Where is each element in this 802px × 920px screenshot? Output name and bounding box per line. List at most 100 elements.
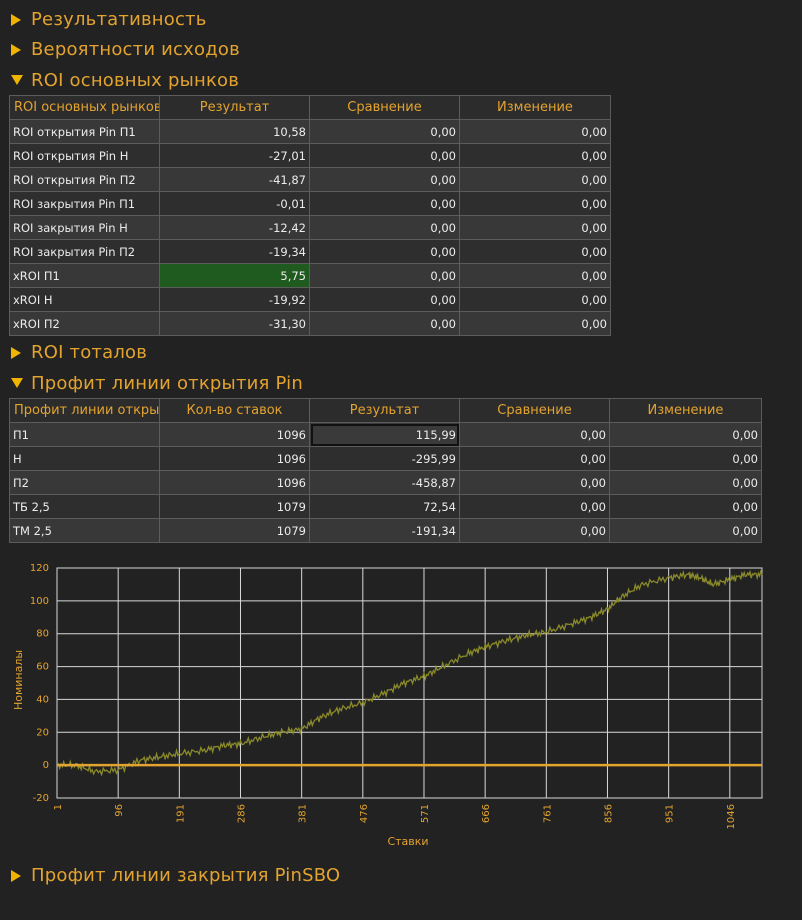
table-row[interactable]: П2 1096 -458,87 0,00 0,00: [9, 470, 762, 495]
change-cell[interactable]: 0,00: [609, 494, 762, 519]
result-cell-highlighted[interactable]: 5,75: [159, 263, 310, 288]
y-tick-label: 80: [36, 629, 49, 640]
result-cell[interactable]: -458,87: [309, 470, 460, 495]
column-header[interactable]: Результат: [309, 398, 460, 423]
y-tick-label: 40: [36, 694, 49, 705]
row-name: xROI П1: [9, 263, 160, 288]
count-cell[interactable]: 1079: [159, 494, 310, 519]
table-row[interactable]: ROI закрытия Pin П2 -19,34 0,00 0,00: [9, 239, 611, 264]
roi-table: ROI основных рынков Результат Сравнение …: [9, 95, 611, 336]
y-axis-ticks: -20 0 20 40 60 80 100 120: [30, 563, 49, 804]
result-cell[interactable]: 10,58: [159, 119, 310, 144]
table-row[interactable]: ТМ 2,5 1079 -191,34 0,00 0,00: [9, 518, 762, 543]
table-row[interactable]: ROI закрытия Pin П1 -0,01 0,00 0,00: [9, 191, 611, 216]
compare-cell[interactable]: 0,00: [459, 446, 610, 471]
column-header[interactable]: Кол-во ставок: [159, 398, 310, 423]
table-row[interactable]: П1 1096 115,99 0,00 0,00: [9, 422, 762, 447]
column-header[interactable]: Результат: [159, 95, 310, 120]
section-header-results[interactable]: Результативность: [10, 9, 207, 30]
collapse-triangle-icon: [10, 377, 24, 391]
table-row[interactable]: ROI закрытия Pin Н -12,42 0,00 0,00: [9, 215, 611, 240]
change-cell[interactable]: 0,00: [609, 518, 762, 543]
table-row[interactable]: xROI П1 5,75 0,00 0,00: [9, 263, 611, 288]
compare-cell[interactable]: 0,00: [309, 239, 460, 264]
change-cell[interactable]: 0,00: [609, 422, 762, 447]
result-cell[interactable]: -41,87: [159, 167, 310, 192]
table-row[interactable]: ROI открытия Pin П1 10,58 0,00 0,00: [9, 119, 611, 144]
column-header[interactable]: Изменение: [609, 398, 762, 423]
compare-cell[interactable]: 0,00: [459, 494, 610, 519]
compare-cell[interactable]: 0,00: [309, 143, 460, 168]
change-cell[interactable]: 0,00: [459, 263, 611, 288]
expand-triangle-icon: [10, 869, 24, 883]
chart-series: [56, 569, 763, 777]
section-header-profit-open[interactable]: Профит линии открытия Pin: [10, 373, 303, 394]
compare-cell[interactable]: 0,00: [459, 518, 610, 543]
count-cell[interactable]: 1096: [159, 446, 310, 471]
table-row[interactable]: ROI открытия Pin П2 -41,87 0,00 0,00: [9, 167, 611, 192]
y-tick-label: 20: [36, 727, 49, 738]
result-cell[interactable]: -19,92: [159, 287, 310, 312]
column-header[interactable]: Сравнение: [459, 398, 610, 423]
change-cell[interactable]: 0,00: [459, 215, 611, 240]
result-cell[interactable]: -27,01: [159, 143, 310, 168]
result-cell[interactable]: 72,54: [309, 494, 460, 519]
section-title: ROI основных рынков: [31, 70, 240, 91]
table-row[interactable]: ROI открытия Pin Н -27,01 0,00 0,00: [9, 143, 611, 168]
column-header[interactable]: ROI основных рынков: [9, 95, 160, 120]
count-cell[interactable]: 1096: [159, 470, 310, 495]
column-header[interactable]: Профит линии открытия Pin: [9, 398, 160, 423]
section-title: Профит линии закрытия PinSBO: [31, 865, 341, 886]
row-name: ROI закрытия Pin П2: [9, 239, 160, 264]
row-name: ТБ 2,5: [9, 494, 160, 519]
compare-cell[interactable]: 0,00: [309, 119, 460, 144]
compare-cell[interactable]: 0,00: [459, 422, 610, 447]
change-cell[interactable]: 0,00: [459, 119, 611, 144]
section-title: ROI тоталов: [31, 342, 148, 363]
result-cell[interactable]: -19,34: [159, 239, 310, 264]
change-cell[interactable]: 0,00: [459, 191, 611, 216]
section-header-roi-totals[interactable]: ROI тоталов: [10, 342, 147, 363]
collapse-triangle-icon: [10, 74, 24, 88]
y-tick-label: 60: [36, 662, 49, 673]
column-header[interactable]: Изменение: [459, 95, 611, 120]
table-row[interactable]: xROI Н -19,92 0,00 0,00: [9, 287, 611, 312]
change-cell[interactable]: 0,00: [459, 239, 611, 264]
result-cell[interactable]: -191,34: [309, 518, 460, 543]
x-tick-label: 761: [542, 804, 553, 823]
change-cell[interactable]: 0,00: [609, 446, 762, 471]
section-header-profit-close[interactable]: Профит линии закрытия PinSBO: [10, 865, 340, 886]
result-cell-selected[interactable]: 115,99: [309, 422, 460, 447]
compare-cell[interactable]: 0,00: [309, 167, 460, 192]
count-cell[interactable]: 1096: [159, 422, 310, 447]
count-cell[interactable]: 1079: [159, 518, 310, 543]
change-cell[interactable]: 0,00: [459, 287, 611, 312]
row-name: xROI П2: [9, 311, 160, 336]
x-tick-label: 191: [175, 804, 186, 823]
profit-line-chart: -20 0 20 40 60 80 100 120 1 96 191 286 381 476 571 666…: [12, 563, 763, 848]
column-header[interactable]: Сравнение: [309, 95, 460, 120]
result-cell[interactable]: -295,99: [309, 446, 460, 471]
compare-cell[interactable]: 0,00: [309, 287, 460, 312]
table-row[interactable]: Н 1096 -295,99 0,00 0,00: [9, 446, 762, 471]
change-cell[interactable]: 0,00: [459, 167, 611, 192]
y-tick-label: 120: [30, 563, 49, 574]
result-cell[interactable]: -12,42: [159, 215, 310, 240]
change-cell[interactable]: 0,00: [609, 470, 762, 495]
table-row[interactable]: ТБ 2,5 1079 72,54 0,00 0,00: [9, 494, 762, 519]
x-axis-ticks: 1 96 191 286 381 476 571 666 761 856 951 1046: [53, 804, 737, 829]
result-cell[interactable]: -0,01: [159, 191, 310, 216]
compare-cell[interactable]: 0,00: [309, 263, 460, 288]
table-row[interactable]: xROI П2 -31,30 0,00 0,00: [9, 311, 611, 336]
compare-cell[interactable]: 0,00: [309, 191, 460, 216]
compare-cell[interactable]: 0,00: [309, 215, 460, 240]
change-cell[interactable]: 0,00: [459, 311, 611, 336]
compare-cell[interactable]: 0,00: [459, 470, 610, 495]
y-tick-label: 100: [30, 596, 49, 607]
compare-cell[interactable]: 0,00: [309, 311, 460, 336]
result-cell[interactable]: -31,30: [159, 311, 310, 336]
section-header-roi-main[interactable]: ROI основных рынков: [10, 70, 239, 91]
x-tick-label: 381: [298, 804, 309, 823]
section-header-probabilities[interactable]: Вероятности исходов: [10, 39, 240, 60]
change-cell[interactable]: 0,00: [459, 143, 611, 168]
